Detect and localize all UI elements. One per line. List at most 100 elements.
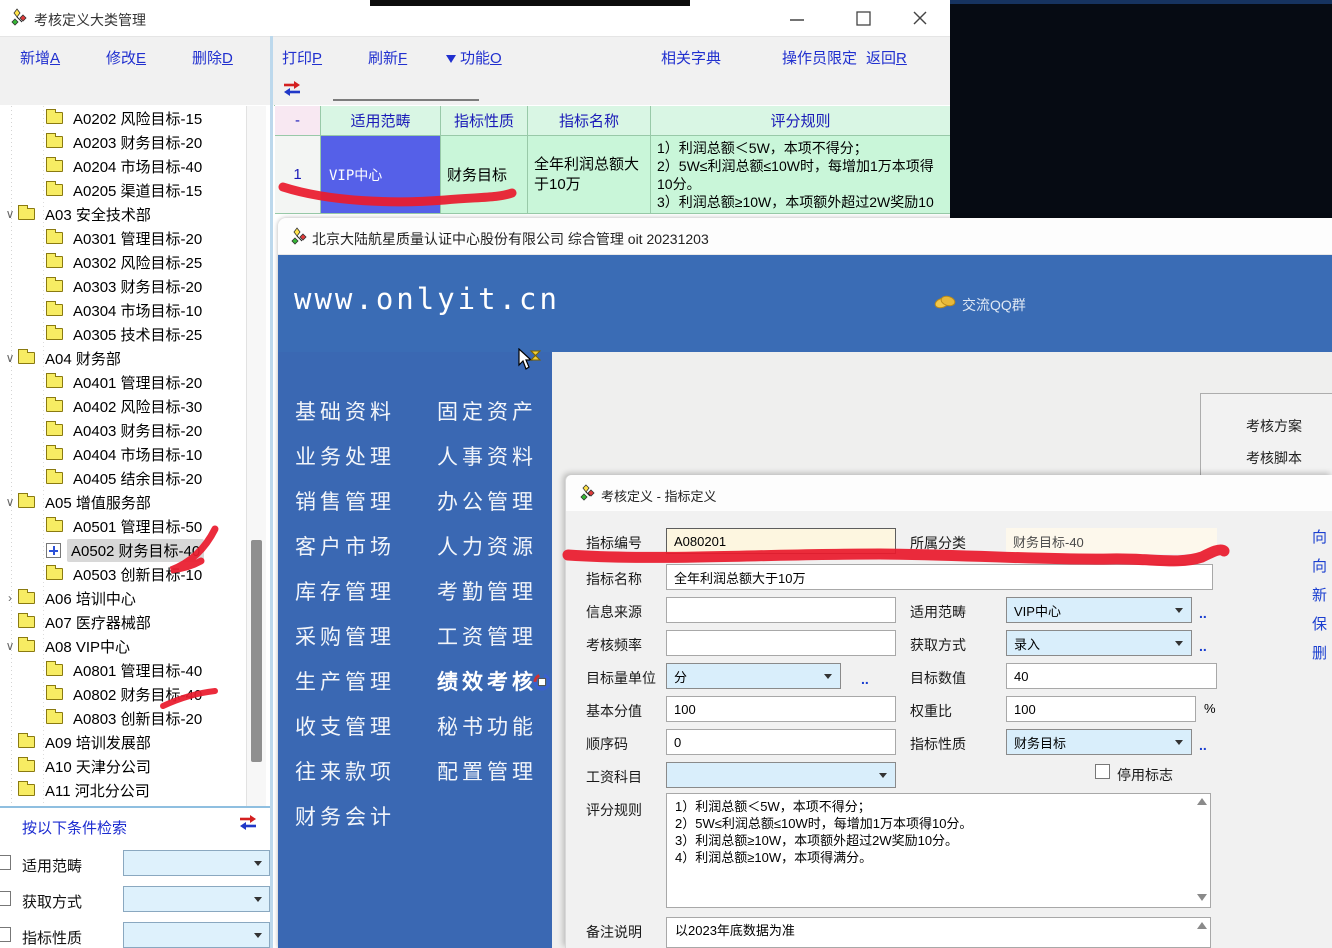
tree-item-A09[interactable]: A09 培训发展部 [0, 730, 246, 754]
menu-item-绩效考核[interactable]: 绩效考核 [437, 666, 537, 711]
toolbar-operator-button[interactable]: 操作员限定 [782, 47, 857, 68]
qq-group-link[interactable]: 交流QQ群 [962, 295, 1026, 315]
tree-expand-icon[interactable]: ∨ [2, 207, 18, 221]
tree-item-A0802[interactable]: A0802 财务目标-40 [0, 682, 246, 706]
toolbar-function-button[interactable]: 功能O [446, 47, 502, 68]
tree-expand-icon[interactable]: ∨ [2, 495, 18, 509]
tree-item-A0203[interactable]: A0203 财务目标-20 [0, 130, 246, 154]
tree-item-A0503[interactable]: A0503 创新目标-10 [0, 562, 246, 586]
disabled-checkbox[interactable] [1095, 764, 1110, 779]
menu-item-库存管理[interactable]: 库存管理 [295, 576, 395, 621]
scroll-down-icon[interactable] [1197, 894, 1207, 901]
unit-select[interactable]: 分 [666, 663, 841, 689]
tree-item-A04[interactable]: ∨A04 财务部 [0, 346, 246, 370]
dialog-side-button-3[interactable]: 新 [1312, 584, 1327, 605]
method-more-link[interactable]: .. [1199, 638, 1207, 654]
tree-item-A10[interactable]: A10 天津分公司 [0, 754, 246, 778]
menu-item-往来款项[interactable]: 往来款项 [295, 756, 395, 801]
search-scope-checkbox[interactable] [0, 855, 11, 870]
tree-item-A0304[interactable]: A0304 市场目标-10 [0, 298, 246, 322]
table-header-scope[interactable]: 适用范畴 [321, 106, 441, 136]
table-cell-nature[interactable]: 财务目标 [441, 136, 528, 214]
menu-item-考勤管理[interactable]: 考勤管理 [437, 576, 537, 621]
search-nature-checkbox[interactable] [0, 927, 11, 942]
toolbar-print-button[interactable]: 打印P [282, 47, 322, 68]
tree-expand-icon[interactable]: ∨ [2, 351, 18, 365]
tree-item-A0405[interactable]: A0405 结余目标-20 [0, 466, 246, 490]
order-input[interactable]: 0 [666, 729, 896, 755]
menu-item-业务处理[interactable]: 业务处理 [295, 441, 395, 486]
table-header-index[interactable]: - [275, 106, 321, 136]
search-swap-icon[interactable] [238, 815, 258, 831]
menu-item-收支管理[interactable]: 收支管理 [295, 711, 395, 756]
table-header-name[interactable]: 指标名称 [528, 106, 651, 136]
tree-item-A07[interactable]: A07 医疗器械部 [0, 610, 246, 634]
weight-input[interactable]: 100 [1006, 696, 1196, 722]
tree-item-A0803[interactable]: A0803 创新目标-20 [0, 706, 246, 730]
table-cell-scope[interactable]: VIP中心 [321, 136, 441, 214]
search-nature-select[interactable] [123, 922, 270, 948]
tree-item-A0205[interactable]: A0205 渠道目标-15 [0, 178, 246, 202]
menu-item-秘书功能[interactable]: 秘书功能 [437, 711, 537, 756]
tree-item-A0404[interactable]: A0404 市场目标-10 [0, 442, 246, 466]
menu-item-固定资产[interactable]: 固定资产 [437, 396, 537, 441]
tree-item-A0403[interactable]: A0403 财务目标-20 [0, 418, 246, 442]
table-cell-name[interactable]: 全年利润总额大于10万 [528, 136, 651, 214]
search-scope-select[interactable] [123, 850, 270, 876]
tree-expand-icon[interactable]: › [2, 591, 18, 605]
dialog-side-button-1[interactable]: 向 [1312, 526, 1327, 547]
menu-item-采购管理[interactable]: 采购管理 [295, 621, 395, 666]
tree-item-A0501[interactable]: A0501 管理目标-50 [0, 514, 246, 538]
table-cell-rules[interactable]: 1）利润总额＜5W，本项不得分； 2）5W≤利润总额≤10W时，每增加1万本项得… [651, 136, 951, 214]
tree-item-A0204[interactable]: A0204 市场目标-40 [0, 154, 246, 178]
minimize-button[interactable] [782, 8, 812, 30]
table-row-index[interactable]: 1 [275, 136, 321, 214]
tree-item-A0303[interactable]: A0303 财务目标-20 [0, 274, 246, 298]
source-input[interactable] [666, 597, 896, 623]
freq-input[interactable] [666, 630, 896, 656]
tree-item-A08[interactable]: ∨A08 VIP中心 [0, 634, 246, 658]
name-input[interactable]: 全年利润总额大于10万 [666, 564, 1213, 590]
toolbar-add-button[interactable]: 新增A [20, 47, 60, 68]
remark-textarea[interactable]: 以2023年底数据为准 [666, 917, 1211, 948]
tree-item-A06[interactable]: ›A06 培训中心 [0, 586, 246, 610]
close-button[interactable] [905, 8, 935, 30]
rules-textarea[interactable]: 1）利润总额＜5W，本项不得分； 2）5W≤利润总额≤10W时，每增加1万本项得… [666, 793, 1211, 908]
tree-scrollbar-thumb[interactable] [251, 540, 262, 762]
tree-expand-icon[interactable]: ∨ [2, 639, 18, 653]
menu-item-生产管理[interactable]: 生产管理 [295, 666, 395, 711]
code-input[interactable]: A080201 [666, 528, 896, 554]
link-assessment-plan[interactable]: 考核方案 [1246, 416, 1302, 436]
scroll-up-icon[interactable] [1197, 798, 1207, 805]
dialog-side-button-4[interactable]: 保 [1312, 613, 1327, 634]
tree-item-A03[interactable]: ∨A03 安全技术部 [0, 202, 246, 226]
unit-more-link[interactable]: .. [861, 671, 869, 687]
maximize-button[interactable] [848, 8, 878, 30]
toolbar-delete-button[interactable]: 删除D [192, 47, 233, 68]
menu-item-基础资料[interactable]: 基础资料 [295, 396, 395, 441]
menu-item-配置管理[interactable]: 配置管理 [437, 756, 537, 801]
target-input[interactable]: 40 [1006, 663, 1217, 689]
toolbar-refresh-button[interactable]: 刷新F [368, 47, 407, 68]
search-method-select[interactable] [123, 886, 270, 912]
menu-item-客户市场[interactable]: 客户市场 [295, 531, 395, 576]
tree-item-A0502[interactable]: A0502 财务目标-40 [0, 538, 246, 562]
base-input[interactable]: 100 [666, 696, 896, 722]
tree-item-A0202[interactable]: A0202 风险目标-15 [0, 106, 246, 130]
table-header-nature[interactable]: 指标性质 [441, 106, 528, 136]
menu-item-财务会计[interactable]: 财务会计 [295, 801, 395, 846]
scroll-up-icon[interactable] [1197, 922, 1207, 929]
toolbar-edit-button[interactable]: 修改E [106, 47, 146, 68]
link-assessment-script[interactable]: 考核脚本 [1246, 448, 1302, 468]
toolbar-return-button[interactable]: 返回R [866, 47, 907, 68]
tree-item-A0801[interactable]: A0801 管理目标-40 [0, 658, 246, 682]
table-header-rules[interactable]: 评分规则 [651, 106, 951, 136]
scope-more-link[interactable]: .. [1199, 605, 1207, 621]
menu-item-办公管理[interactable]: 办公管理 [437, 486, 537, 531]
nature-select[interactable]: 财务目标 [1006, 729, 1192, 755]
menu-item-人事资料[interactable]: 人事资料 [437, 441, 537, 486]
tree-item-A0401[interactable]: A0401 管理目标-20 [0, 370, 246, 394]
menu-item-人力资源[interactable]: 人力资源 [437, 531, 537, 576]
menu-item-工资管理[interactable]: 工资管理 [437, 621, 537, 666]
method-select[interactable]: 录入 [1006, 630, 1192, 656]
